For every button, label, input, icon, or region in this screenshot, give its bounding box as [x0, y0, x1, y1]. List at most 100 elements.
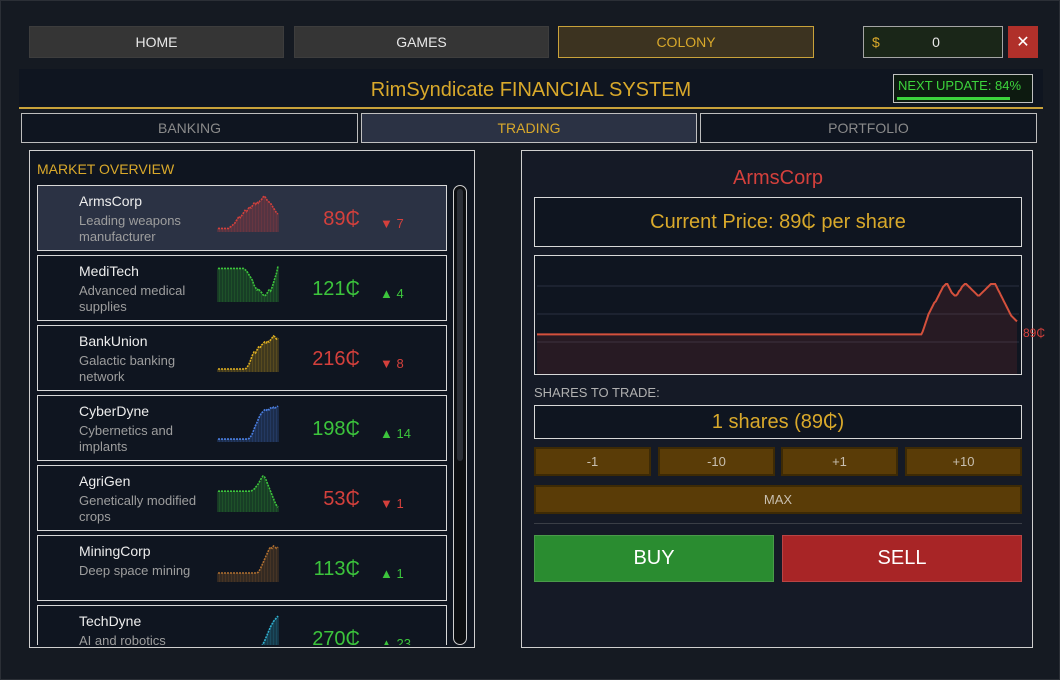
sparkline-bar: [253, 573, 255, 582]
stock-change: ▲ 14: [380, 426, 411, 441]
sparkline-bar: [251, 573, 254, 582]
stock-sparkline: [217, 265, 279, 302]
buy-button[interactable]: BUY: [534, 535, 774, 582]
max-button[interactable]: MAX: [534, 485, 1022, 514]
sparkline-bar: [272, 546, 275, 582]
shares-to-trade-label: SHARES TO TRADE:: [534, 385, 660, 400]
sparkline-bar: [274, 502, 276, 512]
sparkline-bar: [266, 552, 269, 582]
stock-row-armscorp[interactable]: ArmsCorp Leading weapons manufacturer 89₵ ▼…: [37, 185, 447, 251]
minus-10-button[interactable]: -10: [658, 447, 775, 476]
sparkline-bar: [262, 197, 264, 232]
shares-quantity-display: 1 shares (89₵): [534, 405, 1022, 439]
sparkline-bar: [257, 347, 260, 372]
sparkline-bar: [233, 268, 236, 302]
sparkline-bar: [217, 573, 219, 582]
tab-banking[interactable]: BANKING: [21, 113, 358, 143]
home-button[interactable]: HOME: [29, 26, 284, 58]
sparkline-bar: [233, 573, 236, 582]
sell-button[interactable]: SELL: [782, 535, 1022, 582]
stock-change: ▲ 23: [380, 636, 411, 645]
sparkline-bar: [245, 211, 248, 232]
sparkline-bar: [262, 476, 264, 512]
stock-name: BankUnion: [79, 333, 148, 349]
sparkline-bar: [265, 410, 267, 442]
sparkline-bar: [263, 409, 266, 442]
sparkline-bar: [236, 268, 239, 302]
header-bar: RimSyndicate FINANCIAL SYSTEM: [19, 69, 1043, 109]
minus-1-button[interactable]: -1: [534, 447, 651, 476]
sparkline-bar: [269, 407, 272, 442]
sparkline-bar: [268, 487, 270, 512]
tab-portfolio[interactable]: PORTFOLIO: [700, 113, 1037, 143]
sparkline-bar: [254, 204, 257, 232]
sparkline-bar: [266, 341, 269, 372]
divider: [534, 523, 1022, 524]
stock-change: ▼ 1: [380, 496, 404, 511]
next-update-progress-bar: [897, 97, 1010, 100]
sparkline-bar: [256, 573, 258, 582]
sparkline-bar: [275, 505, 278, 512]
sparkline-bar: [260, 412, 263, 442]
scrollbar-thumb[interactable]: [457, 189, 463, 461]
stock-sparkline: [217, 544, 279, 582]
stock-row-cyberdyne[interactable]: CyberDyne Cybernetics and implants 198₵ ▲ 1…: [37, 395, 447, 461]
sparkline-bar: [271, 408, 273, 442]
plus-10-button[interactable]: +10: [905, 447, 1022, 476]
stock-detail-panel: ArmsCorp Current Price: 89₵ per share 89…: [521, 150, 1045, 648]
sparkline-bar: [263, 476, 266, 512]
market-overview-title: MARKET OVERVIEW: [37, 161, 175, 177]
sparkline-bar: [242, 268, 245, 302]
colony-button[interactable]: COLONY: [558, 26, 814, 58]
sparkline-bar: [251, 490, 254, 512]
stock-name: TechDyne: [79, 613, 142, 629]
sparkline-bar: [244, 573, 246, 582]
sparkline-bar: [256, 202, 258, 232]
sparkline-bar: [224, 491, 227, 512]
selected-stock-name: ArmsCorp: [732, 167, 823, 189]
chart-area: [537, 284, 1017, 374]
sparkline-bar: [263, 342, 266, 372]
sparkline-bar: [272, 406, 275, 442]
stock-row-techdyne[interactable]: TechDyne AI and robotics 270₵ ▲ 23: [37, 605, 447, 645]
sparkline-bar: [241, 491, 243, 512]
stock-change: ▼ 7: [380, 216, 404, 231]
sparkline-bar: [220, 573, 222, 582]
sparkline-bar: [223, 573, 225, 582]
sparkline-bar: [229, 573, 231, 582]
sparkline-bar: [227, 573, 230, 582]
sparkline-bar: [221, 573, 224, 582]
current-price-box: Current Price: 89₵ per share: [534, 197, 1022, 247]
sparkline-bar: [274, 547, 276, 582]
sparkline-bar: [275, 548, 278, 582]
sparkline-bar: [233, 491, 236, 512]
balance-display: $ 0: [863, 26, 1003, 58]
plus-1-button[interactable]: +1: [781, 447, 898, 476]
close-button[interactable]: ✕: [1008, 26, 1038, 58]
sparkline-bar: [227, 268, 230, 302]
stock-row-bankunion[interactable]: BankUnion Galactic banking network 216₵ ▼ 8: [37, 325, 447, 391]
sparkline-bar: [262, 344, 264, 372]
sparkline-bar: [218, 573, 221, 582]
sparkline-bar: [268, 342, 270, 372]
sparkline-bar: [254, 287, 257, 302]
next-update-indicator: NEXT UPDATE: 84%: [893, 74, 1033, 103]
sparkline-bar: [242, 491, 245, 512]
sparkline-bar: [244, 491, 246, 512]
games-button[interactable]: GAMES: [294, 26, 549, 58]
chart-price-label: 89₵: [1023, 326, 1046, 340]
sparkline-bar: [223, 491, 225, 512]
sparkline-bar: [265, 637, 267, 645]
sparkline-bar: [221, 268, 224, 302]
sparkline-bar: [256, 290, 258, 302]
stock-row-meditech[interactable]: MediTech Advanced medical supplies 121₵ ▲ 4: [37, 255, 447, 321]
sparkline-bar: [233, 223, 236, 232]
sparkline-bar: [256, 422, 258, 442]
sparkline-bar: [226, 491, 228, 512]
stock-row-miningcorp[interactable]: MiningCorp Deep space mining 113₵ ▲ 1: [37, 535, 447, 601]
tab-trading[interactable]: TRADING: [361, 113, 697, 143]
sparkline-bar: [265, 479, 267, 512]
stock-row-agrigen[interactable]: AgriGen Genetically modified crops 53₵ ▼ 1: [37, 465, 447, 531]
stock-sparkline: [217, 474, 279, 512]
stock-list-scrollbar[interactable]: [453, 185, 467, 645]
